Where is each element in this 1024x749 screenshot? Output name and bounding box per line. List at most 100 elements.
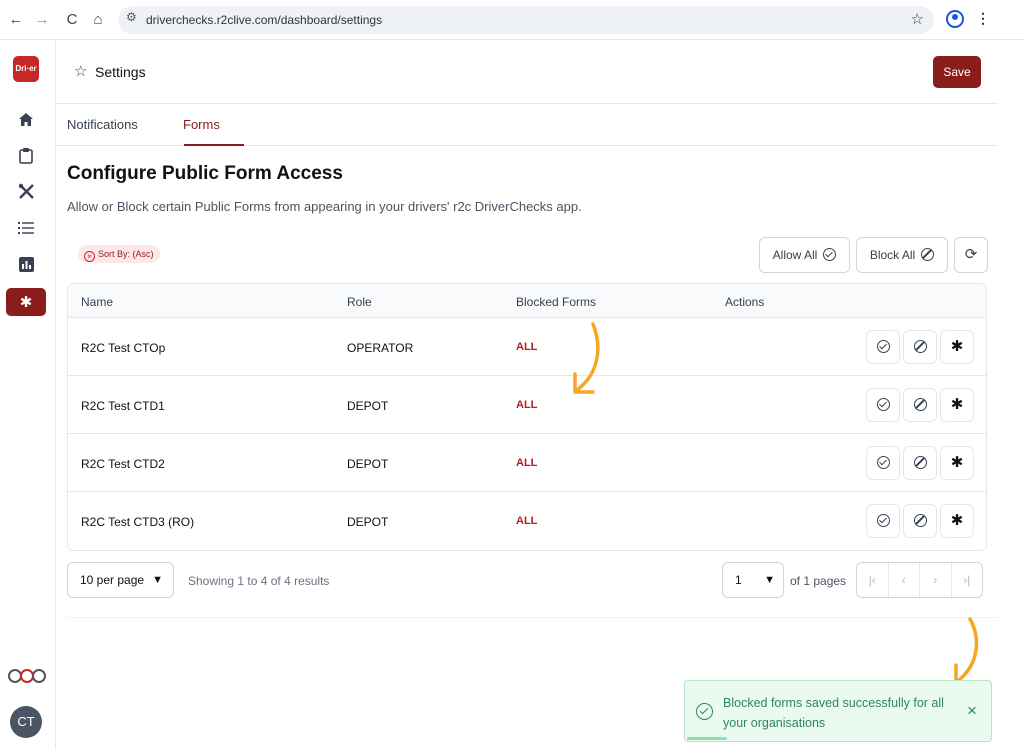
- row-role: DEPOT: [347, 457, 389, 471]
- page-header: ☆ Settings Save: [56, 40, 998, 104]
- row-blocked-forms: ALL: [516, 515, 538, 527]
- block-row-button[interactable]: [903, 504, 937, 538]
- gear-icon: ✱: [950, 512, 964, 529]
- row-settings-button[interactable]: ✱: [940, 446, 974, 480]
- check-circle-icon: [876, 456, 890, 469]
- allow-row-button[interactable]: [866, 446, 900, 480]
- chevron-down-icon: ▼: [152, 574, 163, 586]
- address-bar[interactable]: ⚙ driverchecks.r2clive.com/dashboard/set…: [118, 6, 934, 34]
- page-select[interactable]: 1 ▼: [722, 562, 784, 598]
- page-count: of 1 pages: [790, 574, 847, 588]
- sidebar-item-reports[interactable]: [6, 250, 46, 278]
- allow-row-button[interactable]: [866, 388, 900, 422]
- tab-notifications[interactable]: Notifications: [67, 117, 138, 132]
- app-logo[interactable]: Dri·er: [13, 56, 39, 82]
- gear-icon: ✱: [950, 338, 964, 355]
- active-tab-indicator: [184, 144, 244, 146]
- per-page-select[interactable]: 10 per page ▼: [67, 562, 174, 598]
- clear-sort-icon[interactable]: ×: [84, 251, 95, 262]
- favorite-star-icon[interactable]: ☆: [74, 62, 87, 80]
- row-settings-button[interactable]: ✱: [940, 388, 974, 422]
- gear-icon: ✱: [950, 396, 964, 413]
- sort-chip-label: Sort By: (Asc): [98, 249, 154, 259]
- pager-controls: |‹ ‹ › ›|: [856, 562, 983, 598]
- block-row-button[interactable]: [903, 446, 937, 480]
- ban-icon: [913, 456, 927, 469]
- bar-chart-icon: [18, 257, 34, 272]
- page-title: Settings: [95, 64, 146, 80]
- sidebar-item-home[interactable]: [6, 106, 46, 134]
- ban-icon: [913, 514, 927, 527]
- block-row-button[interactable]: [903, 330, 937, 364]
- url-text: driverchecks.r2clive.com/dashboard/setti…: [146, 13, 383, 27]
- browser-toolbar: ← → C ⌂ ⚙ driverchecks.r2clive.com/dashb…: [0, 0, 1024, 40]
- sidebar-item-tools[interactable]: [6, 178, 46, 206]
- ban-icon: [913, 398, 927, 411]
- r2c-logo: [8, 668, 46, 687]
- back-icon[interactable]: ←: [6, 10, 26, 30]
- column-role[interactable]: Role: [347, 295, 372, 309]
- chevron-down-icon: ▼: [764, 574, 775, 586]
- sidebar-item-settings[interactable]: ✱: [6, 288, 46, 316]
- gear-icon: ✱: [19, 294, 33, 311]
- reload-icon[interactable]: C: [62, 10, 82, 30]
- browser-menu-icon[interactable]: ⋮: [976, 10, 990, 27]
- divider: [67, 617, 998, 618]
- gear-icon: ✱: [950, 454, 964, 471]
- row-blocked-forms: ALL: [516, 341, 538, 353]
- list-icon: [18, 222, 34, 234]
- section-description: Allow or Block certain Public Forms from…: [67, 199, 582, 214]
- allow-row-button[interactable]: [866, 504, 900, 538]
- table-header: Name Role Blocked Forms Actions: [68, 284, 986, 318]
- ban-icon: [913, 340, 927, 353]
- row-settings-button[interactable]: ✱: [940, 330, 974, 364]
- sort-chip[interactable]: × Sort By: (Asc): [78, 245, 160, 263]
- close-icon[interactable]: ×: [967, 701, 977, 721]
- forward-icon[interactable]: →: [32, 10, 52, 30]
- row-name: R2C Test CTD1: [81, 399, 165, 413]
- ban-icon: [921, 248, 935, 261]
- prev-page-icon[interactable]: ‹: [889, 563, 920, 597]
- sidebar-item-clipboard[interactable]: [6, 142, 46, 170]
- row-blocked-forms: ALL: [516, 457, 538, 469]
- results-summary: Showing 1 to 4 of 4 results: [188, 574, 330, 588]
- row-settings-button[interactable]: ✱: [940, 504, 974, 538]
- sidebar-item-list[interactable]: [6, 214, 46, 242]
- refresh-button[interactable]: ⟳: [954, 237, 988, 273]
- block-row-button[interactable]: [903, 388, 937, 422]
- user-avatar[interactable]: CT: [10, 706, 42, 738]
- home-icon[interactable]: ⌂: [88, 10, 108, 30]
- column-actions: Actions: [725, 295, 765, 309]
- row-role: OPERATOR: [347, 341, 414, 355]
- row-name: R2C Test CTD2: [81, 457, 165, 471]
- table-row: R2C Test CTD2 DEPOT ALL ✱: [68, 434, 986, 492]
- last-page-icon[interactable]: ›|: [952, 563, 983, 597]
- row-name: R2C Test CTD3 (RO): [81, 515, 195, 529]
- tab-forms[interactable]: Forms: [183, 117, 220, 132]
- site-settings-icon[interactable]: ⚙: [126, 10, 137, 24]
- row-name: R2C Test CTOp: [81, 341, 166, 355]
- row-role: DEPOT: [347, 399, 389, 413]
- next-page-icon[interactable]: ›: [920, 563, 952, 597]
- check-circle-icon: [876, 514, 890, 527]
- allow-row-button[interactable]: [866, 330, 900, 364]
- block-all-label: Block All: [869, 248, 916, 262]
- row-blocked-forms: ALL: [516, 399, 538, 411]
- bookmark-star-icon[interactable]: ☆: [911, 10, 924, 28]
- table-row: R2C Test CTOp OPERATOR ALL ✱: [68, 318, 986, 376]
- column-blocked-forms[interactable]: Blocked Forms: [516, 295, 596, 309]
- profile-icon[interactable]: [946, 10, 964, 28]
- save-button[interactable]: Save: [933, 56, 981, 88]
- home-icon: [19, 113, 33, 126]
- check-circle-icon: [823, 248, 837, 261]
- allow-all-button[interactable]: Allow All: [759, 237, 850, 273]
- allow-all-label: Allow All: [772, 248, 818, 262]
- r2c-logo-mark: [8, 669, 46, 683]
- first-page-icon[interactable]: |‹: [857, 563, 889, 597]
- annotation-arrow: [573, 322, 600, 394]
- check-circle-icon: [876, 398, 890, 411]
- column-name[interactable]: Name: [81, 295, 113, 309]
- clipboard-icon: [19, 148, 33, 164]
- settings-tabs: Notifications Forms: [56, 104, 998, 146]
- block-all-button[interactable]: Block All: [856, 237, 948, 273]
